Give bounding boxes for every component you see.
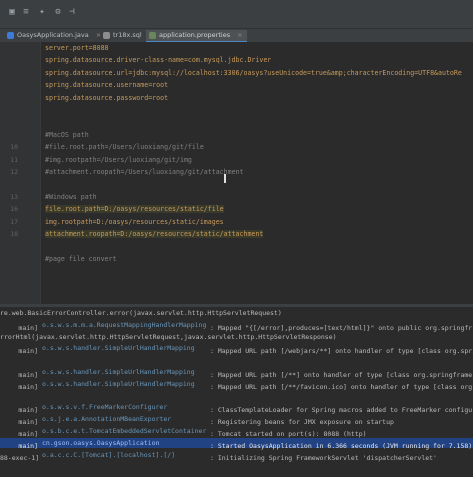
log-logger: o.a.c.c.C.[Tomcat].[localhost].[/] xyxy=(42,450,176,459)
tab-application-properties[interactable]: application.properties × xyxy=(146,30,247,42)
sql-file-icon xyxy=(103,32,110,39)
comment-line: #file.root.path=/Users/luoxiang/git/file xyxy=(45,143,204,152)
log-message: : Mapped URL path [/webjars/**] onto han… xyxy=(210,347,473,356)
log-logger: cn.gson.oasys.OasysApplication xyxy=(42,438,160,447)
code-line: spring.datasource.url=jdbc:mysql://local… xyxy=(45,68,462,77)
log-message: : Started OasysApplication in 6.366 seco… xyxy=(210,441,473,450)
line-number: 18 xyxy=(10,230,18,238)
log-line[interactable]: main] o.s.w.s.handler.SimpleUrlHandlerMap… xyxy=(0,343,473,356)
log-message: re.web.BasicErrorController.error(javax.… xyxy=(0,309,282,317)
run-console[interactable]: re.web.BasicErrorController.error(javax.… xyxy=(0,307,473,477)
line-number: 11 xyxy=(10,155,18,164)
merge-icon[interactable]: ✦ xyxy=(36,6,48,18)
settings-icon[interactable]: ⚙ xyxy=(52,6,64,18)
tab-label: application.properties xyxy=(159,31,231,39)
log-logger: o.s.w.s.v.f.FreeMarkerConfigurer xyxy=(42,403,168,412)
comment-line: #attachment.roopath=/Users/luoxiang/git/… xyxy=(45,168,244,176)
collapse-icon[interactable]: ⊣ xyxy=(66,6,78,18)
line-number: 13 xyxy=(10,192,18,201)
log-logger: o.s.w.s.handler.SimpleUrlHandlerMapping xyxy=(42,344,195,353)
line-number-gutter: 10 11 12 13 16 17 18 xyxy=(0,42,41,304)
close-icon[interactable]: × xyxy=(237,31,242,39)
line-number: 17 xyxy=(10,217,18,226)
code-line: img.rootpath=D:/oasys/resources/static/i… xyxy=(45,217,224,226)
log-logger: o.s.b.c.e.t.TomcatEmbeddedServletContain… xyxy=(42,427,207,435)
project-icon[interactable]: ▣ xyxy=(6,6,18,18)
log-line[interactable]: rrorHtml(javax.servlet.http.HttpServletR… xyxy=(0,332,473,342)
toolbar: ▣ ≡ ✦ ⚙ ⊣ xyxy=(0,0,473,29)
tab-label: OasysApplication.java xyxy=(17,31,89,39)
code-line: spring.datasource.username=root xyxy=(45,81,169,90)
log-line[interactable]: re.web.BasicErrorController.error(javax.… xyxy=(0,308,473,318)
log-message: : Mapped URL path [/**/favicon.ico] onto… xyxy=(210,382,473,391)
log-message: : Initializing Spring FrameworkServlet '… xyxy=(210,453,437,462)
java-file-icon xyxy=(7,32,14,39)
log-line[interactable]: main] o.s.w.s.m.m.a.RequestMappingHandler… xyxy=(0,320,473,332)
log-thread: 88-exec-1] xyxy=(0,453,40,462)
log-message: : Mapped "{[/error],produces=[text/html]… xyxy=(210,323,473,332)
line-number: 10 xyxy=(10,143,18,152)
log-line[interactable] xyxy=(0,355,473,365)
log-message: : Tomcat started on port(s): 8088 (http) xyxy=(210,430,367,438)
log-message: : ClassTemplateLoader for Spring macros … xyxy=(210,406,473,415)
log-logger: o.s.w.s.m.m.a.RequestMappingHandlerMappi… xyxy=(42,320,207,329)
log-line[interactable]: main] o.s.w.s.handler.SimpleUrlHandlerMap… xyxy=(0,367,473,379)
tab-oasys-application[interactable]: OasysApplication.java × xyxy=(4,30,106,41)
tab-label: tr18x.sql xyxy=(113,31,142,39)
log-logger: o.s.w.s.handler.SimpleUrlHandlerMapping xyxy=(42,379,195,388)
code-line: server.port=8088 xyxy=(45,44,109,52)
log-logger: o.s.w.s.handler.SimpleUrlHandlerMapping xyxy=(42,368,195,376)
code-line: attachment.roopath=D:/oasys/resources/st… xyxy=(45,230,264,238)
code-line: spring.datasource.driver-class-name=com.… xyxy=(45,56,272,65)
comment-line: #img.rootpath=/Users/luoxiang/git/img xyxy=(45,155,192,164)
log-message: rrorHtml(javax.servlet.http.HttpServletR… xyxy=(0,332,337,341)
log-line[interactable]: main] o.s.j.e.a.AnnotationMBeanExporter: … xyxy=(0,414,473,427)
comment-line: #Windows path xyxy=(45,192,97,201)
line-number: 12 xyxy=(10,168,18,176)
comment-line: #page file convert xyxy=(45,254,117,263)
log-logger: o.s.j.e.a.AnnotationMBeanExporter xyxy=(42,415,172,424)
comment-line: #MacOS path xyxy=(45,130,89,139)
code-editor[interactable]: server.port=8088 spring.datasource.driver… xyxy=(41,42,473,304)
structure-icon[interactable]: ≡ xyxy=(20,6,32,18)
log-line[interactable]: 88-exec-1] o.a.c.c.C.[Tomcat].[localhost]… xyxy=(0,450,473,462)
log-line[interactable] xyxy=(0,391,473,401)
code-line: spring.datasource.password=root xyxy=(45,93,169,102)
editor-tabs: OasysApplication.java × tr18x.sql × appl… xyxy=(0,29,473,43)
line-number: 16 xyxy=(10,205,18,214)
log-line-selected[interactable]: main] cn.gson.oasys.OasysApplication: Sta… xyxy=(0,437,473,450)
log-message: : Registering beans for JMX exposure on … xyxy=(210,418,394,427)
log-line[interactable]: main] o.s.w.s.v.f.FreeMarkerConfigurer: C… xyxy=(0,402,473,415)
code-line: file.root.path=D:/oasys/resources/static… xyxy=(45,205,224,214)
properties-file-icon xyxy=(149,32,156,39)
log-line[interactable]: main] o.s.w.s.handler.SimpleUrlHandlerMap… xyxy=(0,379,473,391)
log-line[interactable]: main] o.s.b.c.e.t.TomcatEmbeddedServletCo… xyxy=(0,426,473,438)
log-message: : Mapped URL path [/**] onto handler of … xyxy=(210,371,473,379)
